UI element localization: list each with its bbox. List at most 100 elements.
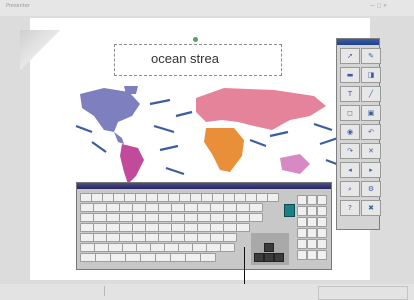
arrow-left-key[interactable] xyxy=(254,253,264,262)
line-icon[interactable]: ╱ xyxy=(361,86,381,102)
keyboard-key[interactable] xyxy=(158,203,172,212)
highlighter-icon[interactable]: ▬ xyxy=(340,67,360,83)
window-controls[interactable]: — □ × xyxy=(370,3,387,9)
keyboard-key[interactable] xyxy=(132,203,146,212)
zoom-icon[interactable]: ⌕ xyxy=(340,181,360,197)
keyboard-key[interactable] xyxy=(184,213,198,222)
keyboard-key[interactable] xyxy=(136,243,151,252)
keyboard-key[interactable] xyxy=(223,213,237,222)
keyboard-key[interactable] xyxy=(220,243,235,252)
keyboard-key[interactable] xyxy=(236,213,250,222)
keyboard-key[interactable] xyxy=(171,223,185,232)
keyboard-key[interactable] xyxy=(145,213,159,222)
rotation-handle[interactable] xyxy=(193,37,198,42)
keyboard-key[interactable] xyxy=(197,233,211,242)
keyboard-key[interactable] xyxy=(132,213,146,222)
keyboard-key[interactable] xyxy=(94,243,109,252)
keyboard-key[interactable] xyxy=(110,253,126,262)
text-icon[interactable]: T xyxy=(340,86,360,102)
keyboard-key[interactable] xyxy=(236,203,250,212)
page-prev-icon[interactable]: ◂ xyxy=(340,162,360,178)
redo-icon[interactable]: ↷ xyxy=(340,143,360,159)
shape-icon[interactable]: ◻ xyxy=(340,105,360,121)
keyboard-titlebar[interactable] xyxy=(77,183,331,189)
keyboard-key[interactable] xyxy=(206,243,221,252)
arrow-right-key[interactable] xyxy=(274,253,284,262)
keyboard-key[interactable] xyxy=(80,243,95,252)
keyboard-key[interactable] xyxy=(155,253,171,262)
keyboard-key[interactable] xyxy=(106,213,120,222)
keypad-key[interactable] xyxy=(317,217,327,227)
keyboard-key[interactable] xyxy=(171,213,185,222)
keyboard-key[interactable] xyxy=(200,253,216,262)
keypad-key[interactable] xyxy=(307,228,317,238)
keyboard-key[interactable] xyxy=(158,223,172,232)
help-icon[interactable]: ? xyxy=(340,200,360,216)
keyboard-key[interactable] xyxy=(93,213,107,222)
keyboard-key[interactable] xyxy=(106,203,120,212)
keyboard-key[interactable] xyxy=(145,203,159,212)
keypad-key[interactable] xyxy=(317,195,327,205)
fill-icon[interactable]: ▣ xyxy=(361,105,381,121)
keyboard-key[interactable] xyxy=(171,233,185,242)
keyboard-key[interactable] xyxy=(170,253,186,262)
keyboard-key[interactable] xyxy=(164,243,179,252)
settings-icon[interactable]: ⚙ xyxy=(361,181,381,197)
keyboard-key[interactable] xyxy=(223,223,237,232)
keyboard-key[interactable] xyxy=(106,223,120,232)
clear-icon[interactable]: ✕ xyxy=(361,143,381,159)
keyboard-key[interactable] xyxy=(119,213,133,222)
keyboard-key[interactable] xyxy=(80,203,94,212)
keyboard-key[interactable] xyxy=(108,243,123,252)
keypad-key[interactable] xyxy=(307,239,317,249)
keyboard-key[interactable] xyxy=(80,233,94,242)
keyboard-key[interactable] xyxy=(93,233,107,242)
keyboard-key[interactable] xyxy=(145,223,159,232)
keyboard-key[interactable] xyxy=(249,203,263,212)
keyboard-key[interactable] xyxy=(119,203,133,212)
keyboard-key[interactable] xyxy=(267,193,279,202)
keyboard-key[interactable] xyxy=(210,233,224,242)
keyboard-key[interactable] xyxy=(95,253,111,262)
keyboard-key[interactable] xyxy=(158,213,172,222)
keyboard-key[interactable] xyxy=(158,233,172,242)
keyboard-key[interactable] xyxy=(125,253,141,262)
pen-icon[interactable]: ✎ xyxy=(361,48,381,64)
keyboard-key[interactable] xyxy=(178,243,193,252)
page-curl-corner[interactable] xyxy=(20,30,60,70)
keyboard-key[interactable] xyxy=(171,203,185,212)
keyboard-key[interactable] xyxy=(192,243,207,252)
keyboard-key[interactable] xyxy=(223,203,237,212)
keyboard-key[interactable] xyxy=(80,253,96,262)
keyboard-key[interactable] xyxy=(106,233,120,242)
keypad-key[interactable] xyxy=(307,217,317,227)
keyboard-key[interactable] xyxy=(119,223,133,232)
keypad-key[interactable] xyxy=(297,228,307,238)
keyboard-key[interactable] xyxy=(197,203,211,212)
keypad-key[interactable] xyxy=(297,206,307,216)
keyboard-key[interactable] xyxy=(185,253,201,262)
keyboard-key[interactable] xyxy=(145,233,159,242)
keypad-key[interactable] xyxy=(307,250,317,260)
keyboard-key[interactable] xyxy=(197,223,211,232)
keyboard-key[interactable] xyxy=(93,203,107,212)
keyboard-key[interactable] xyxy=(132,233,146,242)
keyboard-key[interactable] xyxy=(150,243,165,252)
keyboard-key[interactable] xyxy=(184,223,198,232)
keyboard-key[interactable] xyxy=(140,253,156,262)
select-icon[interactable]: ➚ xyxy=(340,48,360,64)
keyboard-key[interactable] xyxy=(80,223,94,232)
keyboard-key[interactable] xyxy=(223,233,237,242)
keypad-key[interactable] xyxy=(297,239,307,249)
keyboard-key[interactable] xyxy=(119,233,133,242)
keyboard-key[interactable] xyxy=(184,203,198,212)
arrow-down-key[interactable] xyxy=(264,253,274,262)
keyboard-key[interactable] xyxy=(236,223,250,232)
arrow-up-key[interactable] xyxy=(264,243,274,252)
keypad-key[interactable] xyxy=(317,250,327,260)
canvas-text-box[interactable]: ocean strea xyxy=(114,44,282,76)
camera-icon[interactable]: ◉ xyxy=(340,124,360,140)
text-box-content[interactable]: ocean strea xyxy=(151,51,219,66)
keyboard-key[interactable] xyxy=(80,213,94,222)
keyboard-key[interactable] xyxy=(210,223,224,232)
